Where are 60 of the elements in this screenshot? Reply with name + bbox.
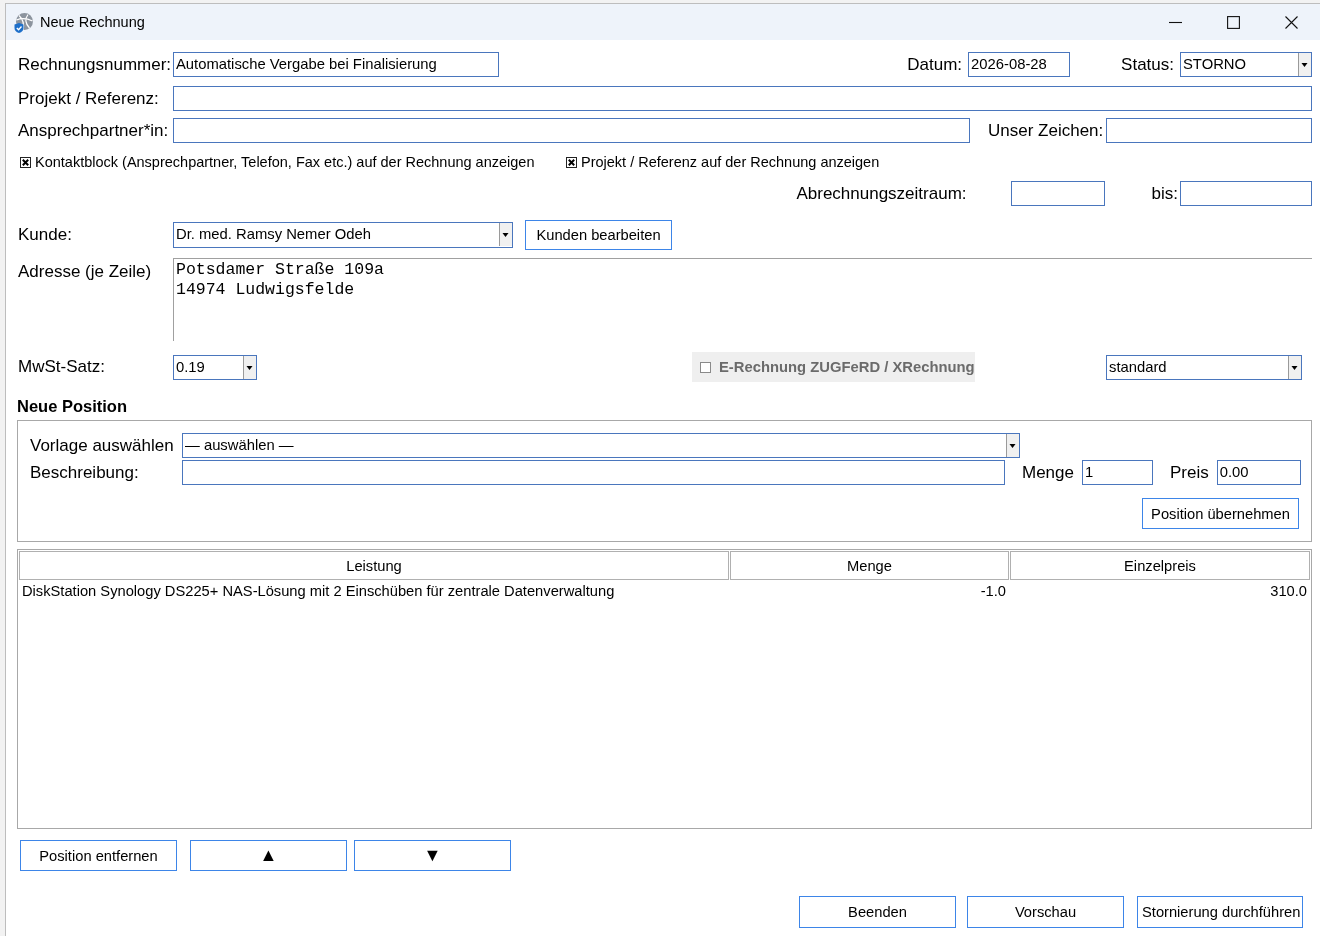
- field-label: Status:: [1121, 54, 1174, 75]
- move-up-button[interactable]: ▲: [190, 840, 347, 871]
- price-field[interactable]: 0.00: [1216, 460, 1301, 485]
- column-header[interactable]: Einzelpreis: [1010, 551, 1310, 580]
- edit-customer-button[interactable]: Kunden bearbeiten: [525, 220, 672, 250]
- our-reference-field[interactable]: [1106, 118, 1312, 143]
- caret-icon: [243, 355, 256, 379]
- preview-button[interactable]: Vorschau: [967, 896, 1124, 928]
- quantity-field[interactable]: 1: [1082, 460, 1153, 485]
- checkbox-label: Projekt / Referenz auf der Rechnung anzeigen: [581, 154, 880, 170]
- status-dropdown[interactable]: STORNO: [1180, 52, 1312, 77]
- profile-dropdown[interactable]: standard: [1106, 354, 1302, 380]
- description-field[interactable]: [182, 460, 1005, 485]
- customer-dropdown[interactable]: Dr. med. Ramsy Nemer Odeh: [173, 222, 513, 248]
- contact-person-field[interactable]: [173, 118, 970, 143]
- column-header[interactable]: Leistung: [19, 551, 729, 580]
- field-label: bis:: [1151, 183, 1178, 204]
- add-position-button[interactable]: Position übernehmen: [1142, 498, 1299, 529]
- caret-icon: [499, 223, 512, 246]
- field-label: Rechnungsnummer:: [18, 54, 173, 75]
- section-title: Neue Position: [17, 396, 128, 416]
- window-title: Neue Rechnung: [40, 14, 145, 30]
- table-cell-text: 310.0: [1269, 582, 1308, 601]
- period-start-field[interactable]: [1010, 181, 1105, 206]
- caret-icon: [1288, 355, 1301, 379]
- column-header[interactable]: Menge: [730, 551, 1009, 580]
- field-label: Kunde:: [18, 225, 73, 245]
- field-label: Unser Zeichen:: [988, 120, 1104, 141]
- field-label: Abrechnungszeitraum:: [796, 183, 967, 204]
- checkbox[interactable]: [566, 156, 577, 168]
- table-cell-text: -1.0: [979, 582, 1007, 601]
- field-label: Preis: [1170, 462, 1209, 483]
- field-label: Projekt / Referenz:: [18, 88, 160, 109]
- table-cell-text: DiskStation Synology DS225+ NAS-Lösung mit 2 Einschüben für zentrale Datenverwaltung: [21, 582, 616, 601]
- remove-position-button[interactable]: Position entfernen: [20, 840, 177, 871]
- checkbox[interactable]: [20, 156, 31, 168]
- caret-icon: [1298, 53, 1311, 76]
- checkbox-label: Kontaktblock (Ansprechpartner, Telefon, Fax etc.) auf der Rechnung anzeigen: [35, 154, 535, 170]
- field-label: MwSt-Satz:: [18, 357, 106, 377]
- move-down-button[interactable]: ▼: [354, 840, 511, 871]
- period-end-field[interactable]: [1180, 181, 1312, 206]
- vat-rate-dropdown[interactable]: 0.19: [173, 354, 257, 380]
- maximize-icon: [1226, 15, 1240, 29]
- date-field[interactable]: 2026-08-28: [968, 52, 1071, 77]
- address-field[interactable]: Potsdamer Straße 109a 14974 Ludwigsfelde: [173, 258, 1312, 341]
- close-icon: [1284, 15, 1298, 29]
- field-label: Adresse (je Zeile): [18, 261, 153, 282]
- globe-shield-icon: [13, 11, 34, 33]
- project-field[interactable]: [173, 86, 1312, 111]
- checkbox-label: E-Rechnung ZUGFeRD / XRechnung: [719, 359, 975, 375]
- field-label: Ansprechpartner*in:: [18, 120, 170, 141]
- field-label: Datum:: [907, 54, 963, 75]
- field-label: Vorlage auswählen: [30, 435, 175, 456]
- field-label: Menge: [1022, 462, 1074, 483]
- cancel-invoice-button[interactable]: Stornierung durchführen: [1137, 896, 1303, 928]
- field-label: Beschreibung:: [30, 462, 140, 483]
- caret-icon: [1006, 434, 1019, 457]
- finish-button[interactable]: Beenden: [799, 896, 956, 928]
- invoice-number-field[interactable]: Automatische Vergabe bei Finalisierung: [173, 52, 499, 77]
- template-dropdown[interactable]: — auswählen —: [182, 433, 1020, 458]
